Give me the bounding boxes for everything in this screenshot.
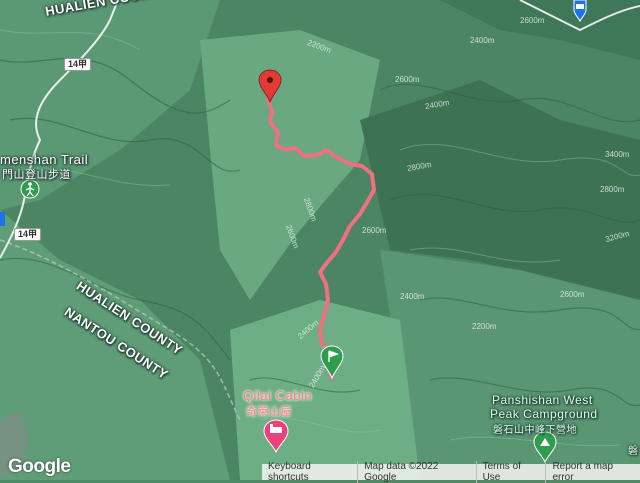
trail-label-zh: 門山登山步道 — [2, 169, 71, 181]
contour-label: 2400m — [470, 36, 495, 45]
route-shield-14a: 14甲 — [64, 58, 92, 71]
contour-label: 2200m — [472, 322, 497, 331]
google-logo: Google — [8, 456, 71, 478]
edge-pin-icon[interactable] — [0, 212, 5, 226]
campground-label-line2: Peak Campground — [490, 407, 598, 421]
contour-label: 2400m — [400, 292, 425, 301]
edge-label-zh: 磐 — [628, 446, 639, 457]
contour-label: 3400m — [605, 150, 630, 159]
contour-label: 2800m — [600, 185, 625, 194]
trail-label: menshan Trail — [0, 152, 89, 167]
cabin-label: Qilai Cabin — [243, 388, 313, 403]
map-footer: Keyboard shortcuts Map data ©2022 Google… — [262, 461, 640, 483]
route-shield-14a-lower: 14甲 — [14, 228, 42, 241]
contour-label: 2600m — [520, 16, 545, 25]
contour-label: 2600m — [362, 226, 387, 235]
campground-label-line1: Panshishan West — [492, 393, 593, 407]
campground-label-zh: 磐石山中峰下營地 — [493, 425, 577, 436]
hiker-icon[interactable] — [20, 179, 40, 199]
google-logo-text: Google — [8, 456, 71, 477]
cabin-label-zh: 奇萊山屋 — [246, 406, 292, 418]
contour-label: 2600m — [560, 290, 585, 299]
contour-label: 2600m — [395, 75, 420, 84]
